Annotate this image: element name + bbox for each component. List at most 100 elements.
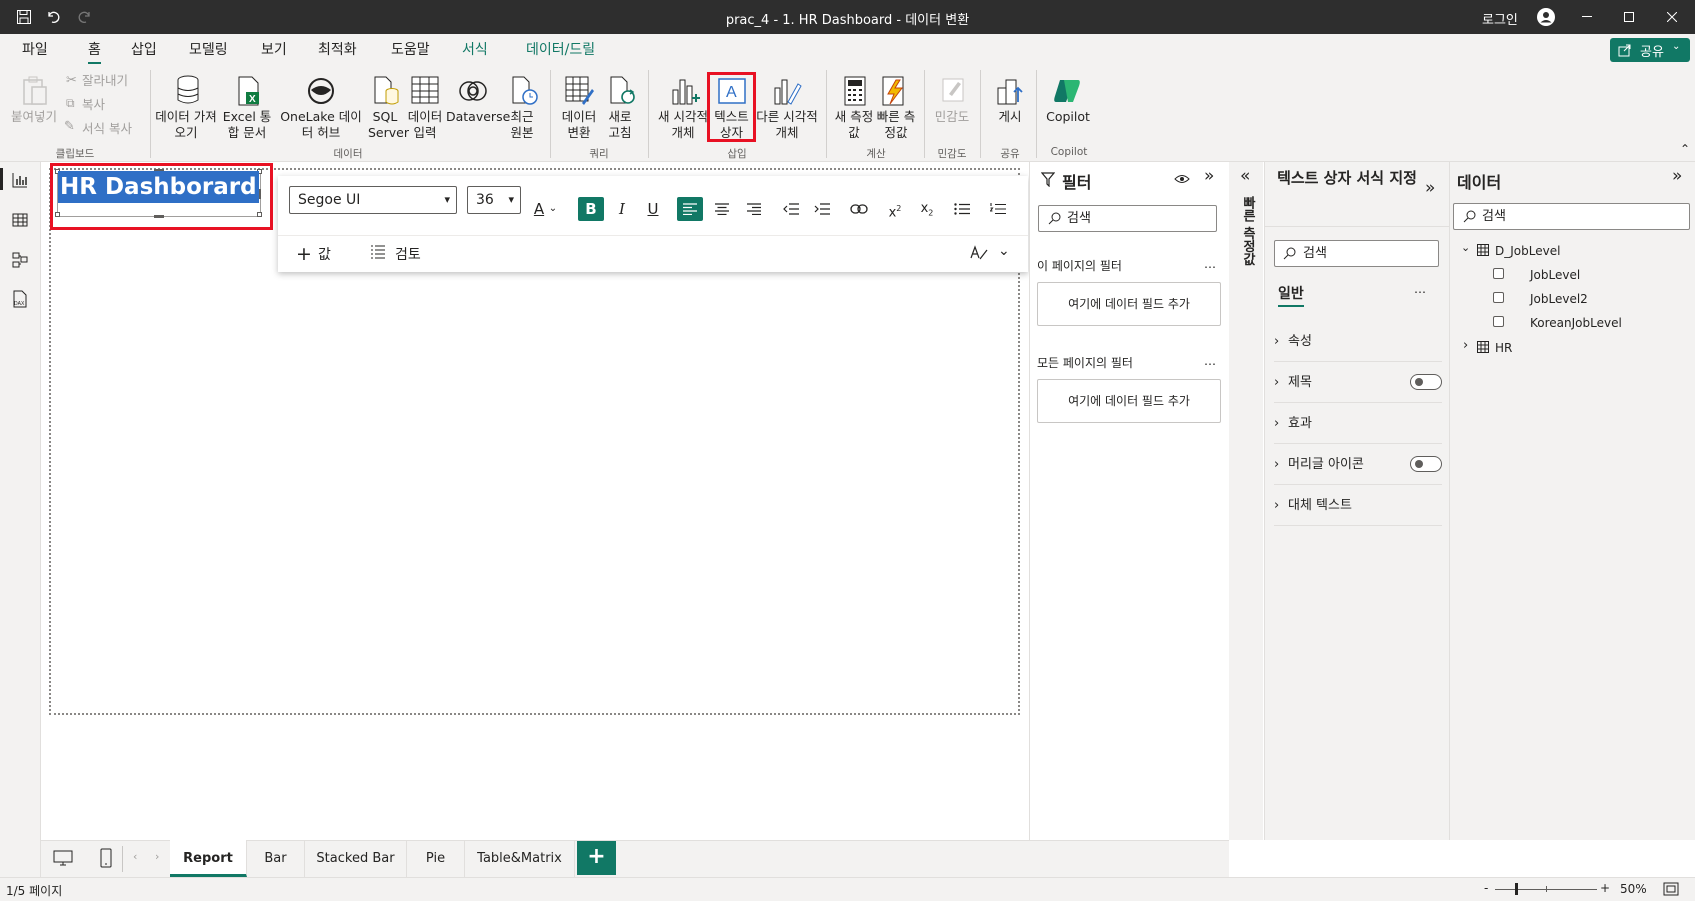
textbox-text[interactable]: HR Dashborard bbox=[58, 171, 259, 203]
link-button[interactable] bbox=[846, 197, 872, 221]
chevron-down-icon[interactable]: ⌄ bbox=[1461, 241, 1470, 254]
prev-page-icon[interactable]: ‹ bbox=[133, 850, 137, 863]
title-toggle[interactable] bbox=[1410, 374, 1442, 390]
resize-handle[interactable] bbox=[55, 212, 60, 217]
increase-indent-button[interactable] bbox=[809, 197, 835, 221]
minimize-button[interactable] bbox=[1564, 0, 1610, 34]
close-button[interactable] bbox=[1649, 0, 1695, 34]
transform-data-button[interactable]: 데이터 변환 bbox=[556, 109, 602, 141]
table-hr[interactable]: HR bbox=[1495, 341, 1512, 355]
tab-pie[interactable]: Pie bbox=[407, 840, 465, 877]
collapse-format-icon[interactable]: » bbox=[1425, 178, 1435, 198]
add-page-button[interactable]: + bbox=[577, 841, 616, 875]
decrease-indent-button[interactable] bbox=[778, 197, 804, 221]
cut-button[interactable]: 잘라내기 bbox=[82, 73, 128, 89]
resize-handle[interactable] bbox=[257, 212, 262, 217]
more-options-icon[interactable]: … bbox=[1414, 282, 1426, 296]
table-view-icon[interactable] bbox=[12, 212, 28, 228]
format-search-input[interactable]: 검색 bbox=[1274, 240, 1439, 267]
field-checkbox[interactable] bbox=[1493, 268, 1504, 279]
field-checkbox[interactable] bbox=[1493, 316, 1504, 327]
subscript-button[interactable]: x2 bbox=[914, 197, 940, 221]
resize-handle[interactable] bbox=[154, 215, 164, 218]
data-search-input[interactable]: 검색 bbox=[1453, 203, 1690, 230]
paste-button[interactable]: 붙여넣기 bbox=[8, 109, 60, 125]
menu-modeling[interactable]: 모델링 bbox=[189, 39, 228, 59]
italic-button[interactable]: I bbox=[609, 197, 635, 221]
bold-button[interactable]: B bbox=[578, 197, 604, 221]
header-icons-toggle[interactable] bbox=[1410, 456, 1442, 472]
bullet-list-button[interactable] bbox=[949, 197, 975, 221]
chevron-right-icon[interactable]: › bbox=[1463, 338, 1468, 353]
font-size-select[interactable]: 36 ▾ bbox=[467, 186, 521, 214]
collapse-filters-icon[interactable]: » bbox=[1204, 166, 1214, 186]
this-page-drop-zone[interactable]: 여기에 데이터 필드 추가 bbox=[1037, 282, 1221, 326]
onelake-hub-button[interactable]: OneLake 데이터 허브 bbox=[276, 109, 366, 141]
dax-query-icon[interactable]: DAX bbox=[12, 290, 28, 308]
collapse-ribbon-icon[interactable]: ⌃ bbox=[1680, 142, 1690, 156]
underline-button[interactable]: U bbox=[640, 197, 666, 221]
enter-data-button[interactable]: 데이터 입력 bbox=[404, 109, 446, 141]
report-view-icon[interactable] bbox=[12, 172, 28, 188]
field-koreanjoblevel[interactable]: KoreanJobLevel bbox=[1530, 316, 1622, 330]
login-label[interactable]: 로그인 bbox=[1482, 9, 1518, 28]
dataverse-button[interactable]: Dataverse bbox=[446, 109, 510, 125]
section-alt-text[interactable]: › 대체 텍스트 bbox=[1274, 485, 1442, 526]
copilot-button[interactable]: Copilot bbox=[1044, 109, 1092, 125]
menu-insert[interactable]: 삽입 bbox=[131, 39, 157, 59]
desktop-layout-icon[interactable] bbox=[53, 850, 73, 866]
menu-help[interactable]: 도움말 bbox=[391, 39, 430, 59]
section-properties[interactable]: › 속성 bbox=[1274, 321, 1442, 362]
copy-button[interactable]: 복사 bbox=[82, 97, 105, 113]
textbox-button[interactable]: 텍스트 상자 bbox=[710, 109, 753, 141]
quick-measure-button[interactable]: 빠른 측정값 bbox=[874, 109, 918, 141]
model-view-icon[interactable] bbox=[12, 252, 28, 268]
field-joblevel[interactable]: JobLevel bbox=[1530, 268, 1580, 282]
excel-workbook-button[interactable]: Excel 통합 문서 bbox=[218, 109, 276, 141]
field-checkbox[interactable] bbox=[1493, 292, 1504, 303]
zoom-in-button[interactable]: + bbox=[1600, 881, 1610, 895]
sensitivity-button[interactable]: 민감도 bbox=[932, 109, 972, 125]
section-effects[interactable]: › 효과 bbox=[1274, 403, 1442, 444]
spell-check-icon[interactable] bbox=[970, 244, 988, 262]
account-icon[interactable] bbox=[1536, 7, 1556, 27]
get-data-button[interactable]: 데이터 가져오기 bbox=[154, 109, 218, 141]
align-right-button[interactable] bbox=[741, 197, 767, 221]
section-header-icons[interactable]: › 머리글 아이콘 bbox=[1274, 444, 1442, 485]
menu-file[interactable]: 파일 bbox=[22, 39, 48, 59]
recent-sources-button[interactable]: 최근 원본 bbox=[504, 109, 540, 141]
tab-bar[interactable]: Bar bbox=[247, 840, 305, 877]
tab-general[interactable]: 일반 bbox=[1278, 283, 1304, 307]
quick-measure-tab[interactable]: 빠른 측정값 bbox=[1238, 196, 1256, 266]
next-page-icon[interactable]: › bbox=[155, 850, 159, 863]
sql-server-button[interactable]: SQL Server bbox=[368, 109, 409, 141]
format-copy-button[interactable]: 서식 복사 bbox=[82, 121, 132, 137]
menu-data-drill[interactable]: 데이터/드릴 bbox=[526, 39, 595, 59]
eye-icon[interactable] bbox=[1174, 173, 1190, 185]
chevron-down-icon[interactable]: ⌄ bbox=[546, 197, 560, 221]
zoom-out-button[interactable]: - bbox=[1484, 881, 1488, 895]
fit-to-page-icon[interactable] bbox=[1663, 882, 1679, 896]
new-measure-button[interactable]: 새 측정값 bbox=[834, 109, 874, 141]
align-center-button[interactable] bbox=[709, 197, 735, 221]
share-button[interactable]: 공유 ⌄ bbox=[1610, 38, 1690, 62]
font-family-select[interactable]: Segoe UI ▾ bbox=[289, 186, 457, 214]
more-options-icon[interactable]: … bbox=[1204, 257, 1216, 271]
add-value-button[interactable]: 값 bbox=[318, 244, 331, 264]
section-title[interactable]: › 제목 bbox=[1274, 362, 1442, 403]
expand-icon[interactable]: « bbox=[1240, 166, 1250, 186]
align-left-button[interactable] bbox=[677, 197, 703, 221]
field-joblevel2[interactable]: JobLevel2 bbox=[1530, 292, 1588, 306]
menu-home[interactable]: 홈 bbox=[88, 39, 101, 65]
new-visual-button[interactable]: 새 시각적 개체 bbox=[654, 109, 712, 141]
mobile-layout-icon[interactable] bbox=[100, 848, 112, 868]
chevron-down-icon[interactable]: ⌄ bbox=[998, 243, 1010, 259]
menu-format[interactable]: 서식 bbox=[462, 39, 488, 59]
table-d-joblevel[interactable]: D_JobLevel bbox=[1495, 244, 1560, 258]
superscript-button[interactable]: x2 bbox=[882, 197, 908, 221]
refresh-button[interactable]: 새로 고침 bbox=[604, 109, 636, 141]
menu-optimize[interactable]: 최적화 bbox=[318, 39, 357, 59]
more-visuals-button[interactable]: 다른 시각적 개체 bbox=[754, 109, 820, 141]
more-options-icon[interactable]: … bbox=[1204, 354, 1216, 368]
zoom-slider-thumb[interactable] bbox=[1515, 883, 1518, 895]
